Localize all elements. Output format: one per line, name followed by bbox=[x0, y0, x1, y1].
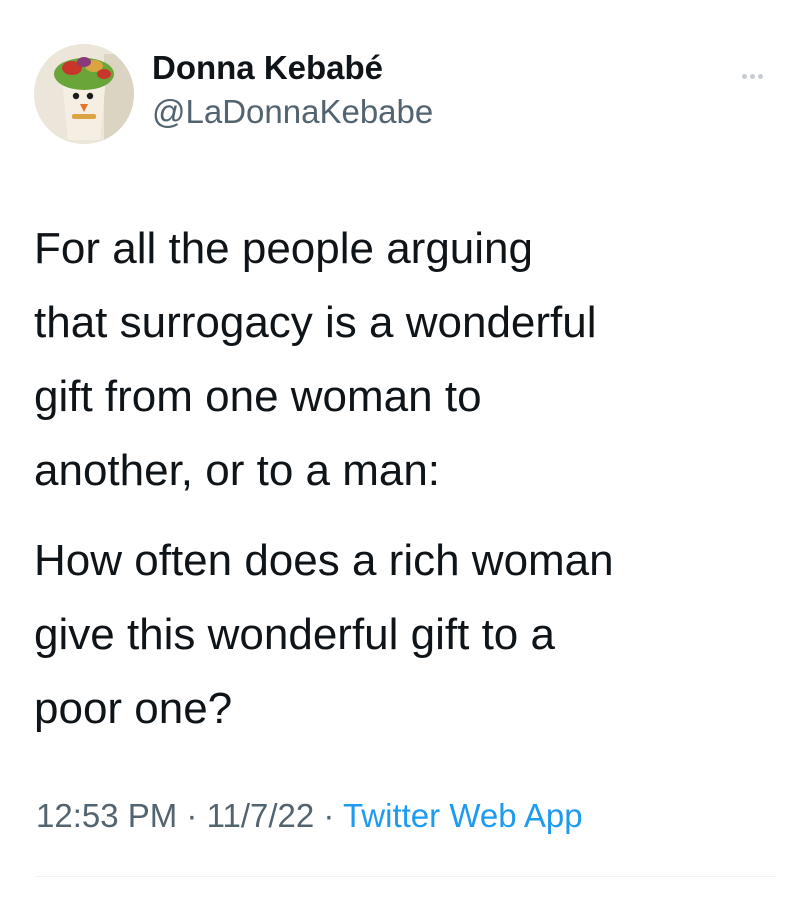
more-dots-icon[interactable] bbox=[732, 66, 772, 86]
tweet-meta: 12:53 PM · 11/7/22 · Twitter Web App bbox=[36, 792, 583, 840]
avatar-kebab-image bbox=[34, 44, 134, 144]
more-dot bbox=[757, 73, 763, 79]
more-dot bbox=[749, 73, 755, 79]
tweet-header: Donna Kebabé @LaDonnaKebabe bbox=[34, 40, 774, 150]
author-display-name[interactable]: Donna Kebabé bbox=[152, 48, 433, 88]
author-names: Donna Kebabé @LaDonnaKebabe bbox=[152, 48, 433, 134]
divider bbox=[36, 876, 776, 877]
more-dot bbox=[741, 73, 747, 79]
tweet-paragraph: For all the people arguing that surrogac… bbox=[34, 224, 597, 495]
tweet-source-link[interactable]: Twitter Web App bbox=[343, 797, 583, 834]
meta-separator: · bbox=[314, 797, 343, 834]
author-handle[interactable]: @LaDonnaKebabe bbox=[152, 90, 433, 134]
tweet-paragraph: How often does a rich woman give this wo… bbox=[34, 536, 614, 733]
tweet-text: For all the people arguing that surrogac… bbox=[34, 212, 784, 746]
avatar[interactable] bbox=[34, 44, 134, 144]
tweet-date[interactable]: 11/7/22 bbox=[207, 797, 315, 834]
meta-separator: · bbox=[177, 797, 207, 834]
tweet-time[interactable]: 12:53 PM bbox=[36, 797, 177, 834]
tweet-card: Donna Kebabé @LaDonnaKebabe For all the … bbox=[0, 0, 809, 900]
